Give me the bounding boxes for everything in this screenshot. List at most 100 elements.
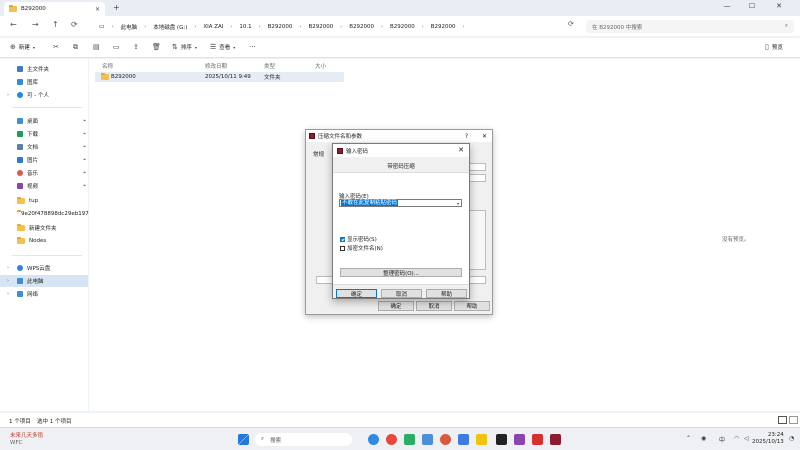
- help-button[interactable]: 帮助: [426, 289, 467, 298]
- app-icon[interactable]: [458, 434, 469, 445]
- sidebar-item-onedrive[interactable]: › 可 - 个人: [0, 89, 88, 101]
- sort-button[interactable]: ⇅ 排序 ▾: [172, 43, 197, 51]
- copy-icon[interactable]: ⧉: [73, 43, 78, 52]
- sidebar-item-tup[interactable]: tup: [0, 195, 88, 207]
- volume-icon[interactable]: ◁: [744, 435, 749, 442]
- paste-icon[interactable]: ▤: [93, 43, 100, 51]
- sidebar-item-new-folder[interactable]: 新建文件夹: [0, 222, 88, 234]
- breadcrumb[interactable]: ▭ › 此电脑 › 本地磁盘 (G:) › XIA ZAI › 10.1 › B…: [93, 20, 579, 33]
- show-password-checkbox[interactable]: 显示密码(S): [340, 235, 377, 243]
- tab-b292000[interactable]: B292000 ✕: [4, 2, 105, 16]
- sidebar-item-network[interactable]: › 网络: [0, 288, 88, 300]
- more-options-button[interactable]: ···: [249, 43, 256, 51]
- taskbar-search[interactable]: ⌕ 搜索: [255, 433, 352, 446]
- up-arrow-icon[interactable]: ↑: [52, 20, 59, 29]
- column-header-type[interactable]: 类型: [264, 62, 275, 70]
- breadcrumb-item[interactable]: XIA ZAI: [203, 24, 223, 30]
- breadcrumb-item[interactable]: B292000: [349, 24, 374, 30]
- tiles-view-icon[interactable]: [789, 416, 798, 424]
- pin-icon[interactable]: ⌖: [83, 170, 86, 176]
- close-icon[interactable]: ✕: [482, 133, 487, 140]
- start-icon[interactable]: [238, 434, 249, 445]
- app-icon[interactable]: [514, 434, 525, 445]
- sidebar-item-music[interactable]: 音乐 ⌖: [0, 167, 88, 179]
- sidebar-item-hash-folder[interactable]: 9e20f478898dc29eb1974: [0, 208, 92, 220]
- pin-icon[interactable]: ⌖: [83, 118, 86, 124]
- minimize-button[interactable]: —: [715, 2, 739, 10]
- sidebar-item-videos[interactable]: 视频 ⌖: [0, 180, 88, 192]
- breadcrumb-item[interactable]: B292000: [390, 24, 415, 30]
- rename-icon[interactable]: ▭: [113, 43, 120, 51]
- breadcrumb-item[interactable]: B292000: [431, 24, 456, 30]
- pin-icon[interactable]: ⌖: [83, 131, 86, 137]
- new-tab-button[interactable]: +: [113, 3, 120, 12]
- help-button[interactable]: 帮助: [454, 301, 490, 311]
- breadcrumb-item[interactable]: B292000: [308, 24, 333, 30]
- delete-icon[interactable]: 🗑: [152, 43, 161, 51]
- chevron-right-icon[interactable]: ›: [7, 278, 9, 284]
- breadcrumb-item[interactable]: 10.1: [239, 24, 251, 30]
- help-icon[interactable]: ?: [465, 133, 468, 140]
- address-refresh-icon[interactable]: ⟳: [568, 20, 574, 28]
- maximize-button[interactable]: ☐: [740, 2, 764, 10]
- table-row[interactable]: B292000 2025/10/11 9:49 文件夹: [95, 72, 344, 82]
- pin-icon[interactable]: ⌖: [83, 157, 86, 163]
- chevron-up-icon[interactable]: ⌃: [686, 435, 691, 442]
- cancel-button[interactable]: 取消: [416, 301, 452, 311]
- app-icon[interactable]: [476, 434, 487, 445]
- breadcrumb-item[interactable]: B292000: [268, 24, 293, 30]
- chevron-right-icon[interactable]: ›: [7, 291, 9, 297]
- new-button[interactable]: ⊕ 新建 ▾: [10, 43, 35, 51]
- clock[interactable]: 23:24 2025/10/13: [752, 432, 784, 446]
- ok-button[interactable]: 确定: [378, 301, 414, 311]
- sidebar-item-home[interactable]: 主文件夹: [0, 63, 88, 75]
- chevron-down-icon[interactable]: ▾: [457, 201, 461, 206]
- cancel-button[interactable]: 取消: [381, 289, 422, 298]
- ok-button[interactable]: 确定: [336, 289, 377, 298]
- share-icon[interactable]: ⇪: [133, 43, 139, 51]
- search-input[interactable]: 在 B292000 中搜索 ⌕: [586, 20, 794, 33]
- app-icon[interactable]: [440, 434, 451, 445]
- winrar-icon[interactable]: [550, 434, 561, 445]
- app-icon[interactable]: [422, 434, 433, 445]
- sidebar-item-this-pc[interactable]: › 此电脑: [0, 275, 88, 287]
- edge-icon[interactable]: [368, 434, 379, 445]
- weather-widget[interactable]: 未来几天多雨 WFC: [10, 433, 43, 447]
- tray-app-icon[interactable]: ◉: [701, 435, 706, 442]
- chevron-right-icon[interactable]: ›: [7, 265, 9, 271]
- refresh-icon[interactable]: ⟳: [71, 20, 78, 29]
- close-window-button[interactable]: ✕: [767, 2, 791, 10]
- close-icon[interactable]: ✕: [458, 146, 464, 154]
- sidebar-item-wps-cloud[interactable]: › WPS云盘: [0, 262, 88, 274]
- password-input[interactable]: 不敢在此复制粘贴密码 ▾: [339, 199, 462, 207]
- terminal-icon[interactable]: [496, 434, 507, 445]
- view-button[interactable]: ☰ 查看 ▾: [210, 43, 235, 51]
- app-icon[interactable]: [386, 434, 397, 445]
- breadcrumb-item[interactable]: 此电脑: [121, 23, 138, 31]
- forward-arrow-icon[interactable]: →: [32, 20, 39, 29]
- ime-indicator[interactable]: 中: [719, 435, 725, 444]
- column-header-name[interactable]: 名称: [102, 62, 113, 70]
- sidebar-item-pictures[interactable]: 图片 ⌖: [0, 154, 88, 166]
- chevron-right-icon[interactable]: ›: [7, 92, 9, 98]
- wifi-icon[interactable]: ◠: [734, 435, 739, 442]
- close-tab-icon[interactable]: ✕: [95, 6, 100, 13]
- wps-icon[interactable]: [532, 434, 543, 445]
- sidebar-item-nodes[interactable]: Nodes: [0, 235, 88, 247]
- wechat-icon[interactable]: [404, 434, 415, 445]
- column-header-modified[interactable]: 修改日期: [205, 62, 227, 70]
- back-arrow-icon[interactable]: ←: [10, 20, 17, 29]
- breadcrumb-item[interactable]: 本地磁盘 (G:): [153, 23, 187, 31]
- notification-icon[interactable]: ◔: [789, 435, 794, 442]
- pin-icon[interactable]: ⌖: [83, 183, 86, 189]
- sidebar-item-desktop[interactable]: 桌面 ⌖: [0, 115, 88, 127]
- sidebar-item-gallery[interactable]: 图库: [0, 76, 88, 88]
- sidebar-item-downloads[interactable]: 下载 ⌖: [0, 128, 88, 140]
- details-view-icon[interactable]: [778, 416, 787, 424]
- column-header-size[interactable]: 大小: [315, 62, 326, 70]
- encrypt-names-checkbox[interactable]: 加密文件名(N): [340, 244, 383, 252]
- pin-icon[interactable]: ⌖: [83, 144, 86, 150]
- details-pane-button[interactable]: ▯ 预览: [765, 43, 783, 51]
- organize-passwords-button[interactable]: 整理密码(O)...: [340, 268, 462, 277]
- cut-icon[interactable]: ✂: [53, 43, 59, 51]
